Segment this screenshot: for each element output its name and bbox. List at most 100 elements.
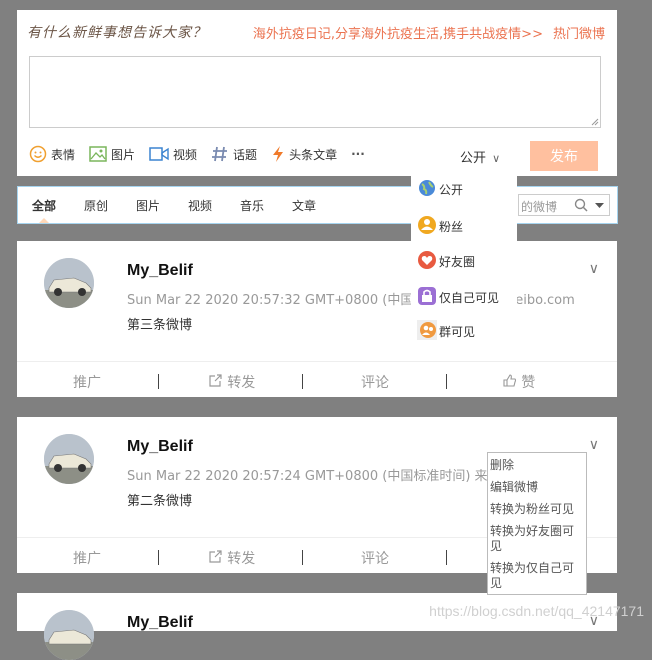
- hashtag-icon: [212, 146, 228, 162]
- hot-topic-link[interactable]: 海外抗疫日记,分享海外抗疫生活,携手共战疫情>> 热门微博: [253, 23, 605, 42]
- set-friends-visible-option[interactable]: 转换为好友圈可见: [490, 524, 585, 554]
- post-content: 第二条微博: [127, 494, 193, 509]
- visibility-option-label: 群可见: [439, 325, 476, 339]
- visibility-value: 公开: [460, 151, 487, 166]
- promote-button[interactable]: 推广: [17, 372, 157, 392]
- hot-weibo-link[interactable]: 热门微博: [553, 27, 605, 42]
- visibility-option-label: 公开: [439, 183, 464, 197]
- more-button[interactable]: ···: [351, 147, 365, 161]
- topic-label: 话题: [233, 147, 258, 162]
- post-nickname[interactable]: My_Belif: [127, 262, 193, 280]
- repost-icon: [209, 550, 222, 563]
- composer-panel: 有什么新鲜事想告诉大家？ 海外抗疫日记,分享海外抗疫生活,携手共战疫情>> 热门微…: [17, 10, 617, 176]
- repost-label: 转发: [227, 551, 256, 567]
- chevron-down-icon[interactable]: ∨: [589, 437, 599, 453]
- emoji-label: 表情: [51, 147, 76, 162]
- car-avatar-image: [44, 610, 94, 660]
- visibility-dropdown: 公开 粉丝 好友圈 仅自己可见 群可见: [411, 176, 517, 340]
- search-icon[interactable]: [574, 198, 588, 212]
- tab-music[interactable]: 音乐: [240, 197, 264, 214]
- publish-button[interactable]: 发布: [530, 141, 598, 171]
- post-card: My_Belif Sun Mar 22 2020 20:57:32 GMT+08…: [17, 241, 617, 397]
- divider: [446, 374, 447, 389]
- divider: [158, 374, 159, 389]
- post-manage-menu: 删除 编辑微博 转换为粉丝可见 转换为好友圈可见 转换为仅自己可见: [487, 452, 587, 595]
- composer-toolbar: 表情 图片 视频 话题 头条文章 ···: [29, 143, 379, 165]
- repost-label: 转发: [227, 375, 256, 391]
- visibility-option-friends[interactable]: 好友圈: [417, 250, 475, 270]
- active-tab-caret: [39, 218, 49, 223]
- article-button[interactable]: 头条文章: [271, 145, 337, 163]
- tab-original[interactable]: 原创: [84, 197, 108, 214]
- fans-icon: [418, 216, 436, 234]
- divider: [446, 550, 447, 565]
- thumbs-up-icon: [503, 374, 516, 387]
- dropdown-arrow-icon[interactable]: [595, 203, 604, 209]
- post-time: Sun Mar 22 2020 20:57:24 GMT+0800 (中国标准时…: [127, 469, 487, 484]
- smile-icon: [29, 145, 47, 163]
- tab-images[interactable]: 图片: [136, 197, 160, 214]
- topic-button[interactable]: 话题: [211, 145, 257, 163]
- visibility-option-label: 仅自己可见: [439, 291, 500, 305]
- car-avatar-image: [44, 258, 94, 308]
- like-button[interactable]: 赞: [449, 372, 589, 392]
- watermark: https://blog.csdn.net/qq_42147171: [429, 603, 644, 619]
- resize-handle-icon[interactable]: [591, 118, 599, 126]
- post-content: 第三条微博: [127, 318, 193, 333]
- more-icon: ···: [351, 147, 365, 161]
- visibility-option-private[interactable]: 仅自己可见: [417, 286, 499, 306]
- chevron-down-icon[interactable]: ∨: [589, 261, 599, 277]
- lock-icon: [418, 287, 436, 305]
- video-button[interactable]: 视频: [149, 146, 197, 163]
- like-label: 赞: [521, 375, 536, 391]
- image-icon: [89, 146, 107, 162]
- comment-button[interactable]: 评论: [305, 372, 445, 392]
- edit-post-option[interactable]: 编辑微博: [490, 480, 585, 495]
- tab-videos[interactable]: 视频: [188, 197, 212, 214]
- promote-button[interactable]: 推广: [17, 548, 157, 568]
- hot-topic-text[interactable]: 海外抗疫日记,分享海外抗疫生活,携手共战疫情>>: [253, 27, 543, 42]
- visibility-option-public[interactable]: 公开: [417, 178, 463, 198]
- feed-tabs: 全部 原创 图片 视频 音乐 文章 的微博: [17, 186, 618, 224]
- divider: [302, 550, 303, 565]
- divider: [158, 550, 159, 565]
- repost-button[interactable]: 转发: [162, 372, 302, 392]
- tab-articles[interactable]: 文章: [292, 197, 316, 214]
- set-private-option[interactable]: 转换为仅自己可见: [490, 561, 585, 591]
- group-icon: [417, 320, 437, 340]
- composer-prompt: 有什么新鲜事想告诉大家？: [27, 25, 207, 41]
- post-time: Sun Mar 22 2020 20:57:32 GMT+0800 (中国标准时…: [127, 293, 575, 308]
- post-textarea[interactable]: [29, 56, 601, 128]
- visibility-select[interactable]: 公开 ∨: [460, 147, 500, 166]
- post-actions: 推广 转发 评论 赞: [17, 362, 617, 397]
- article-label: 头条文章: [289, 147, 338, 162]
- tab-all[interactable]: 全部: [32, 197, 56, 214]
- avatar[interactable]: [44, 610, 94, 660]
- set-fans-visible-option[interactable]: 转换为粉丝可见: [490, 502, 585, 517]
- avatar[interactable]: [44, 258, 94, 308]
- post-nickname[interactable]: My_Belif: [127, 614, 193, 632]
- lightning-icon: [273, 146, 284, 162]
- globe-icon: [419, 180, 435, 196]
- repost-icon: [209, 374, 222, 387]
- visibility-option-label: 好友圈: [439, 255, 476, 269]
- repost-button[interactable]: 转发: [162, 548, 302, 568]
- post-nickname[interactable]: My_Belif: [127, 438, 193, 456]
- emoji-button[interactable]: 表情: [29, 145, 75, 163]
- video-label: 视频: [173, 147, 198, 162]
- divider: [302, 374, 303, 389]
- image-button[interactable]: 图片: [89, 146, 135, 163]
- delete-post-option[interactable]: 删除: [490, 458, 585, 473]
- feed-search-box[interactable]: 的微博: [518, 194, 610, 216]
- search-text: 的微博: [521, 200, 558, 214]
- avatar[interactable]: [44, 434, 94, 484]
- car-avatar-image: [44, 434, 94, 484]
- visibility-option-label: 粉丝: [439, 220, 464, 234]
- comment-button[interactable]: 评论: [305, 548, 445, 568]
- chevron-down-icon: ∨: [492, 152, 501, 165]
- video-icon: [149, 147, 169, 161]
- visibility-option-group[interactable]: 群可见: [417, 320, 475, 340]
- heart-icon: [418, 251, 436, 269]
- visibility-option-fans[interactable]: 粉丝: [417, 215, 463, 235]
- image-label: 图片: [111, 147, 136, 162]
